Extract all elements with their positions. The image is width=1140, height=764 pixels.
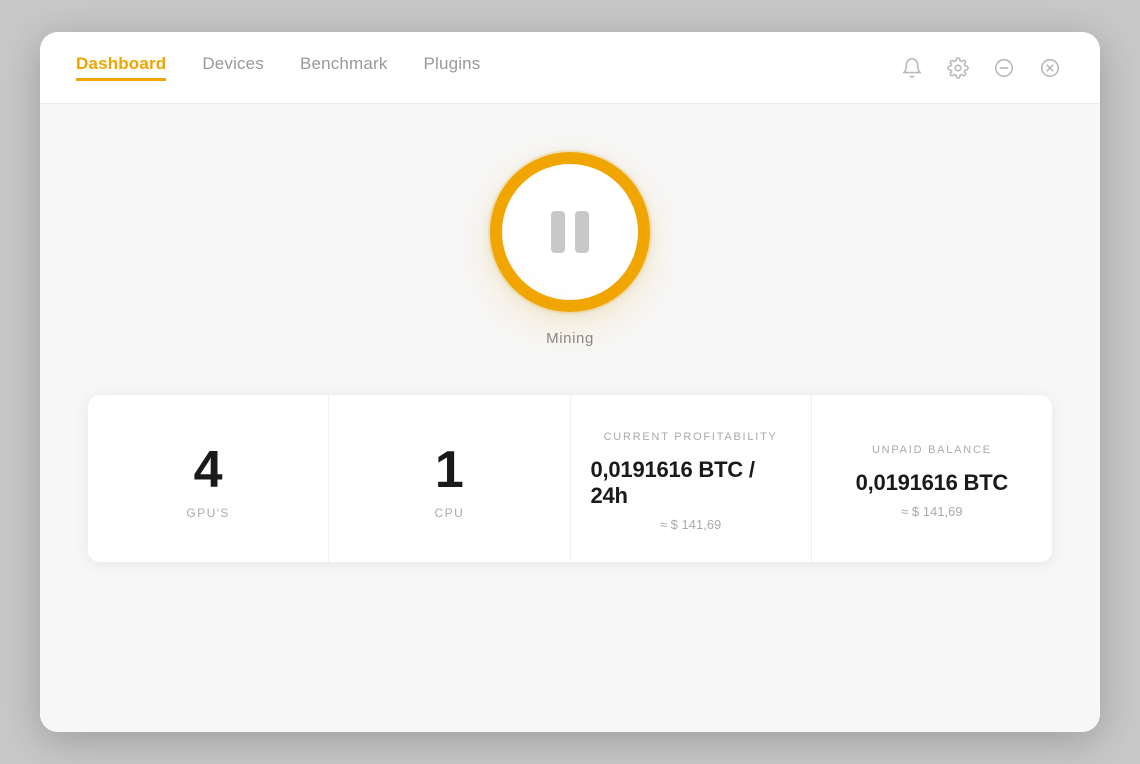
tab-devices[interactable]: Devices	[202, 54, 264, 81]
nav-actions	[898, 54, 1064, 82]
tab-benchmark[interactable]: Benchmark	[300, 54, 388, 81]
cpu-label: CPU	[435, 506, 465, 520]
balance-sub-value: ≈ $ 141,69	[901, 504, 962, 519]
tab-plugins[interactable]: Plugins	[424, 54, 481, 81]
pause-bar-left	[551, 211, 565, 253]
stat-card-profitability: CURRENT PROFITABILITY 0,0191616 BTC / 24…	[571, 395, 812, 562]
gpus-count: 4	[194, 444, 223, 496]
gear-icon[interactable]	[944, 54, 972, 82]
mining-button-wrap: Mining	[490, 152, 650, 347]
stats-row: 4 GPU'S 1 CPU CURRENT PROFITABILITY 0,01…	[88, 395, 1052, 562]
bell-icon[interactable]	[898, 54, 926, 82]
balance-section-label: UNPAID BALANCE	[872, 444, 992, 456]
gpus-label: GPU'S	[186, 506, 230, 520]
app-window: Dashboard Devices Benchmark Plugins	[40, 32, 1100, 732]
mining-toggle-button[interactable]	[490, 152, 650, 312]
pause-icon	[551, 211, 589, 253]
close-icon[interactable]	[1036, 54, 1064, 82]
nav-tabs: Dashboard Devices Benchmark Plugins	[76, 54, 898, 81]
stat-card-cpu: 1 CPU	[329, 395, 570, 562]
profitability-main-value: 0,0191616 BTC / 24h	[591, 457, 791, 509]
stat-card-gpus: 4 GPU'S	[88, 395, 329, 562]
stat-card-balance: UNPAID BALANCE 0,0191616 BTC ≈ $ 141,69	[812, 395, 1052, 562]
pause-bar-right	[575, 211, 589, 253]
minimize-icon[interactable]	[990, 54, 1018, 82]
mining-status-label: Mining	[546, 330, 594, 347]
profitability-sub-value: ≈ $ 141,69	[660, 517, 721, 532]
tab-dashboard[interactable]: Dashboard	[76, 54, 166, 81]
main-content: Mining 4 GPU'S 1 CPU CURRENT PROFITABILI…	[40, 104, 1100, 732]
nav-bar: Dashboard Devices Benchmark Plugins	[40, 32, 1100, 104]
profitability-section-label: CURRENT PROFITABILITY	[604, 431, 778, 443]
cpu-count: 1	[435, 444, 464, 496]
balance-main-value: 0,0191616 BTC	[856, 470, 1008, 496]
